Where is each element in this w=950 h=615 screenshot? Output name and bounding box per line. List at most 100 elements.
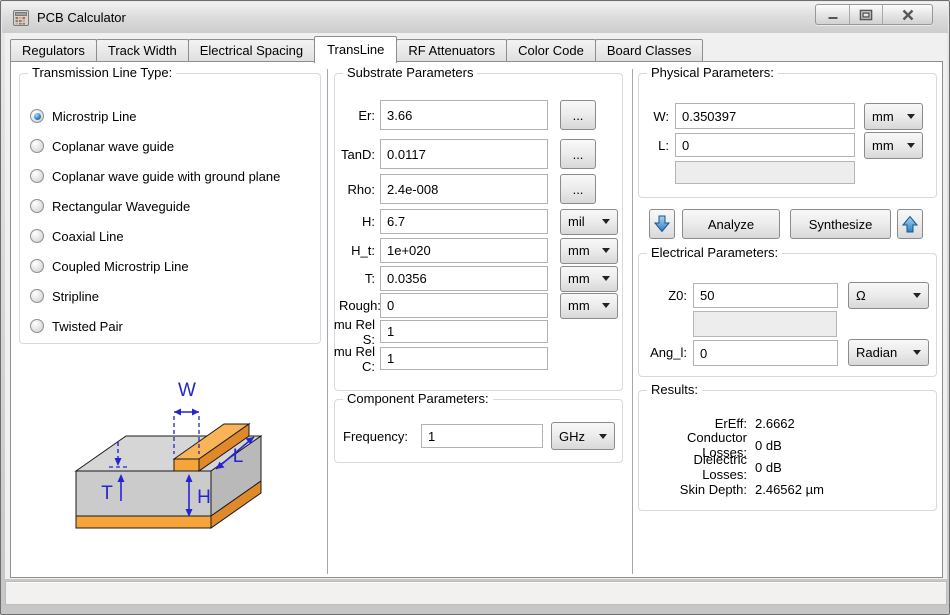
- diagram-l-label: L: [233, 446, 244, 467]
- chevron-down-icon: [599, 434, 607, 439]
- diagram-w-label: W: [178, 380, 196, 401]
- rho-label: Rho:: [339, 182, 375, 197]
- radio-coplanar-wave-guide[interactable]: Coplanar wave guide: [30, 138, 174, 154]
- synthesize-button[interactable]: Synthesize: [790, 209, 891, 239]
- t-unit-select[interactable]: mm: [560, 266, 618, 292]
- tab-regulators[interactable]: Regulators: [10, 39, 97, 62]
- frequency-unit-select[interactable]: GHz: [551, 422, 615, 450]
- status-bar: [5, 581, 947, 605]
- ht-label: H_t:: [339, 243, 375, 258]
- analyze-direction-button[interactable]: [649, 209, 675, 239]
- mu-rel-s-input[interactable]: [380, 320, 548, 343]
- substrate-parameters-group: Substrate Parameters Er: ... TanD: ... R…: [334, 73, 623, 391]
- er-input[interactable]: [380, 100, 548, 130]
- diagram-h-label: H: [197, 487, 211, 508]
- radio-twisted-pair[interactable]: Twisted Pair: [30, 318, 123, 334]
- diagram-t-label: T: [101, 483, 113, 504]
- frequency-input[interactable]: [421, 424, 543, 448]
- rough-unit-select[interactable]: mm: [560, 293, 618, 319]
- synthesize-direction-button[interactable]: [897, 209, 923, 239]
- frequency-row: Frequency: GHz: [343, 422, 615, 450]
- tab-color-code[interactable]: Color Code: [506, 39, 596, 62]
- ht-unit-select[interactable]: mm: [560, 238, 618, 264]
- minimize-button[interactable]: [816, 5, 849, 24]
- calculator-icon: [13, 10, 29, 26]
- w-row: W: mm: [647, 103, 923, 129]
- ht-input[interactable]: [380, 238, 548, 263]
- tab-transline[interactable]: TransLine: [314, 36, 397, 63]
- l-label: L:: [647, 138, 669, 153]
- component-parameters-group: Component Parameters: Frequency: GHz: [334, 399, 623, 463]
- chevron-down-icon: [602, 248, 610, 253]
- result-skin-depth: Skin Depth: 2.46562 µm: [647, 478, 824, 500]
- skin-depth-label: Skin Depth:: [647, 482, 747, 497]
- tand-input[interactable]: [380, 139, 548, 169]
- tand-browse-button[interactable]: ...: [560, 139, 596, 169]
- w-unit-value: mm: [872, 109, 907, 124]
- h-input[interactable]: [380, 209, 548, 234]
- arrow-down-icon: [654, 215, 670, 233]
- ht-unit-value: mm: [568, 243, 602, 258]
- analyze-button[interactable]: Analyze: [682, 209, 780, 239]
- ang-l-input[interactable]: [693, 340, 838, 366]
- z0-input[interactable]: [693, 283, 838, 308]
- radio-coaxial-line[interactable]: Coaxial Line: [30, 228, 124, 244]
- t-label: T:: [339, 271, 375, 286]
- electrical-readonly-field: [693, 311, 837, 337]
- t-input[interactable]: [380, 266, 548, 291]
- results-title: Results:: [647, 382, 702, 398]
- substrate-row-er: Er: ...: [339, 100, 617, 130]
- h-unit-select[interactable]: mil: [560, 209, 618, 235]
- radio-rectangular-waveguide[interactable]: Rectangular Waveguide: [30, 198, 190, 214]
- results-group: Results: ErEff: 2.6662 Conductor Losses:…: [638, 390, 937, 511]
- rough-label: Rough:: [339, 298, 375, 313]
- substrate-row-tand: TanD: ...: [339, 139, 617, 169]
- t-unit-value: mm: [568, 271, 602, 286]
- radio-label: Stripline: [52, 289, 99, 304]
- maximize-button[interactable]: [849, 5, 882, 24]
- radio-icon: [30, 289, 44, 303]
- title-bar[interactable]: PCB Calculator: [2, 2, 948, 33]
- substrate-parameters-title: Substrate Parameters: [343, 65, 477, 81]
- radio-icon: [30, 229, 44, 243]
- radio-coupled-microstrip-line[interactable]: Coupled Microstrip Line: [30, 258, 189, 274]
- arrow-up-icon: [902, 215, 918, 233]
- column-divider-right: [632, 69, 633, 574]
- er-browse-button[interactable]: ...: [560, 100, 596, 130]
- rho-browse-button[interactable]: ...: [560, 174, 596, 204]
- mu-rel-c-input[interactable]: [380, 347, 548, 370]
- transmission-line-type-group: Transmission Line Type: Microstrip Line …: [19, 73, 321, 344]
- ereff-label: ErEff:: [647, 416, 747, 431]
- w-unit-select[interactable]: mm: [864, 103, 923, 130]
- close-button[interactable]: [882, 5, 932, 24]
- w-input[interactable]: [675, 103, 855, 129]
- z0-unit-select[interactable]: Ω: [848, 282, 929, 309]
- radio-icon: [30, 169, 44, 183]
- electrical-parameters-title: Electrical Parameters:: [647, 245, 782, 261]
- physical-parameters-title: Physical Parameters:: [647, 65, 778, 81]
- radio-microstrip-line[interactable]: Microstrip Line: [30, 108, 137, 124]
- l-input[interactable]: [675, 133, 855, 157]
- l-unit-select[interactable]: mm: [864, 132, 923, 159]
- rho-input[interactable]: [380, 174, 548, 204]
- ang-l-unit-select[interactable]: Radian: [848, 339, 929, 366]
- tab-rf-attenuators[interactable]: RF Attenuators: [396, 39, 507, 62]
- chevron-down-icon: [602, 219, 610, 224]
- ang-l-label: Ang_l:: [647, 345, 687, 360]
- chevron-down-icon: [907, 114, 915, 119]
- w-label: W:: [647, 109, 669, 124]
- ang-l-unit-value: Radian: [856, 345, 913, 360]
- substrate-row-mu-rel-s: mu Rel S:: [339, 320, 617, 343]
- window-title: PCB Calculator: [37, 10, 126, 25]
- radio-stripline[interactable]: Stripline: [30, 288, 99, 304]
- chevron-down-icon: [913, 293, 921, 298]
- tand-label: TanD:: [339, 147, 375, 162]
- tab-electrical-spacing[interactable]: Electrical Spacing: [188, 39, 315, 62]
- rough-input[interactable]: [380, 293, 548, 318]
- component-parameters-title: Component Parameters:: [343, 391, 493, 407]
- conductor-losses-value: 0 dB: [755, 438, 782, 453]
- tab-board-classes[interactable]: Board Classes: [595, 39, 704, 62]
- tab-track-width[interactable]: Track Width: [96, 39, 189, 62]
- electrical-parameters-group: Electrical Parameters: Z0: Ω Ang_l: Radi…: [638, 253, 937, 377]
- radio-coplanar-wave-guide-ground[interactable]: Coplanar wave guide with ground plane: [30, 168, 280, 184]
